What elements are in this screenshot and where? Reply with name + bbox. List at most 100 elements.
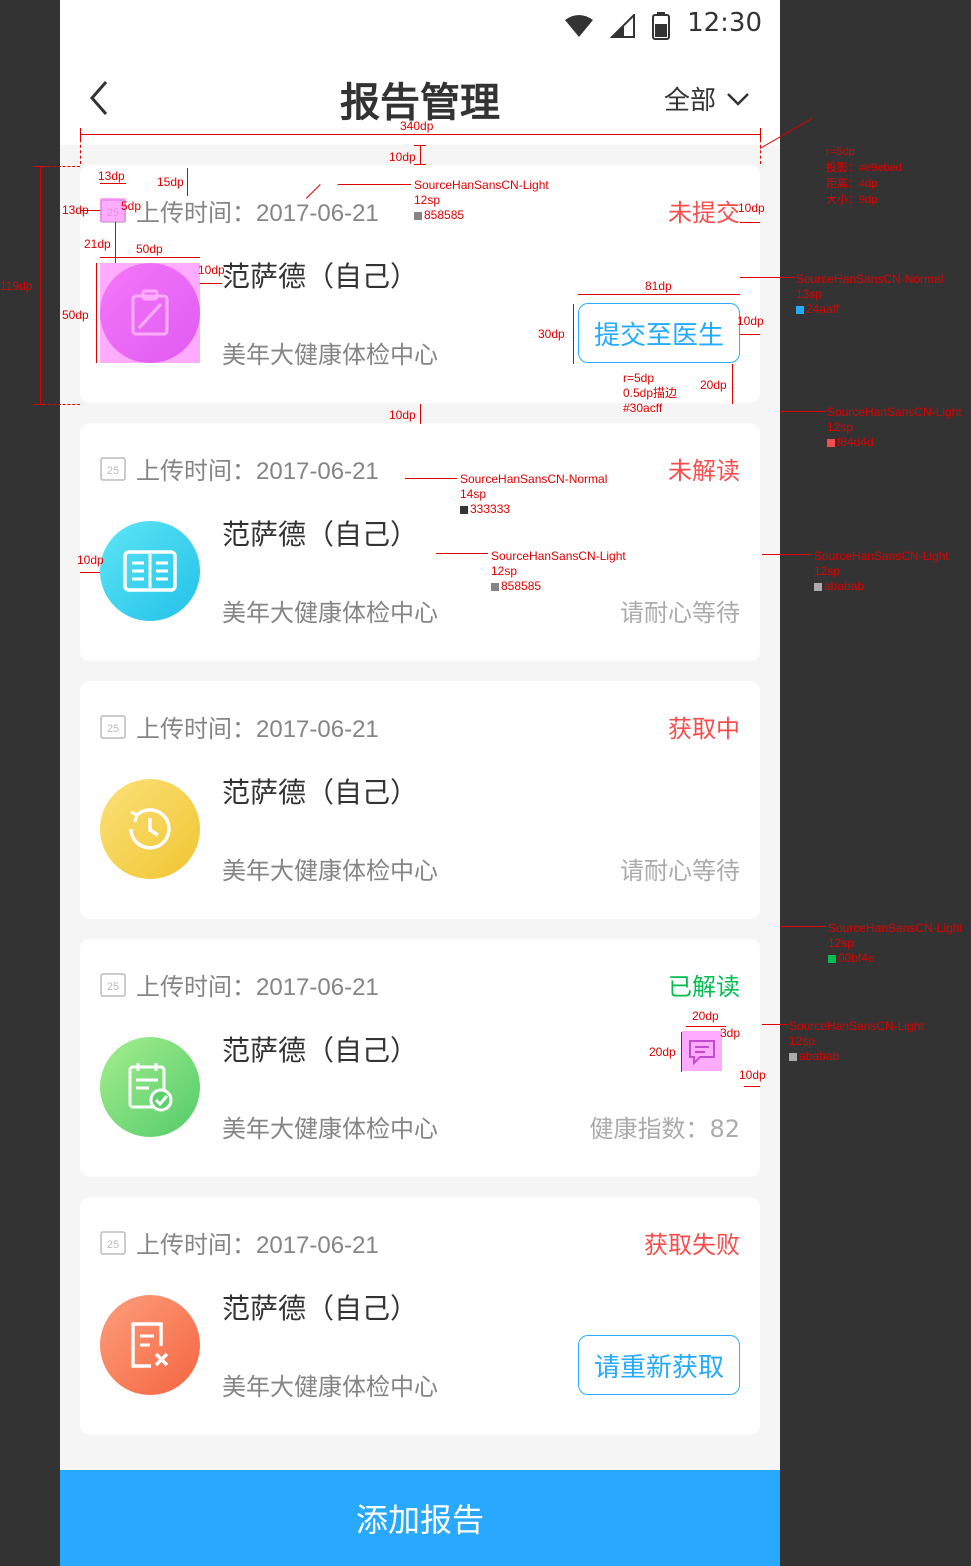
clock-icon <box>129 808 171 850</box>
health-index: 健康指数：82 <box>589 1115 740 1143</box>
ann-btn-font-name: SourceHanSansCN-Normal <box>796 272 944 286</box>
calendar-day-label: 25 <box>107 465 119 477</box>
patient-name: 范萨德（自己） <box>222 260 419 293</box>
ann-chat-font: SourceHanSansCN-Light 12sp ababab <box>789 1019 924 1064</box>
ann-font-time: SourceHanSansCN-Light 12sp 858585 <box>414 178 549 223</box>
document-x-icon <box>131 1322 169 1368</box>
ann-read-font: SourceHanSansCN-Light 12sp 00bf4e <box>828 921 963 966</box>
wifi-icon <box>565 15 593 37</box>
ann-5: 5dp <box>121 199 142 213</box>
status-icons <box>564 12 670 40</box>
exam-center: 美年大健康体检中心 <box>222 1373 438 1401</box>
calendar-icon: 25 <box>100 1231 126 1255</box>
status-time: 12:30 <box>687 8 762 38</box>
upload-row: 25 上传时间：2017-06-21 <box>100 711 379 743</box>
refetch-button[interactable]: 请重新获取 <box>578 1335 740 1395</box>
upload-row: 25 上传时间：2017-06-21 <box>100 969 379 1001</box>
book-icon <box>123 550 177 592</box>
ann-name-font: SourceHanSansCN-Normal 14sp 333333 <box>460 472 607 517</box>
ann-btn-border-radius: r=5dp <box>623 371 655 385</box>
upload-time: 上传时间：2017-06-21 <box>136 973 379 1001</box>
filter-label: 全部 <box>663 86 716 116</box>
ann-btn-30: 30dp <box>538 327 565 341</box>
ann-status-10: 10dp <box>738 201 765 215</box>
phone-screen: 12:30 报告管理 全部 25 上传时间：2017-06-21 <box>60 0 780 1566</box>
submit-to-doctor-button[interactable]: 提交至医生 <box>578 303 740 363</box>
calendar-icon: 25 <box>100 973 126 997</box>
report-avatar <box>100 779 200 879</box>
ann-btn-border: r=5dp 0.5dp描边 #30acff <box>623 371 677 416</box>
upload-row: 25 上传时间：2017-06-21 <box>100 1227 379 1259</box>
ann-chat-font-size: 12sp <box>789 1034 816 1048</box>
report-avatar <box>100 521 200 621</box>
calendar-icon: 25 <box>100 715 126 739</box>
ann-read-font-color: 00bf4e <box>828 951 963 966</box>
ann-name-font-color: 333333 <box>460 502 607 517</box>
ann-status-font-color: f84d4d <box>827 435 962 450</box>
upload-row: 25 上传时间：2017-06-21 <box>100 453 379 485</box>
ann-btn-border-color: #30acff <box>623 401 663 415</box>
report-status: 已解读 <box>668 973 740 1001</box>
ann-13-top: 13dp <box>98 169 125 183</box>
calendar-day-label: 25 <box>107 981 119 993</box>
ann-font-color: 858585 <box>414 208 549 223</box>
add-report-button[interactable]: 添加报告 <box>60 1470 780 1566</box>
report-status: 未解读 <box>668 457 740 485</box>
ann-center-font: SourceHanSansCN-Light 12sp 858585 <box>491 549 626 594</box>
report-card[interactable]: 25 上传时间：2017-06-21 获取中 范萨德（自己） 美年大健康体检中心… <box>80 681 760 919</box>
ann-btn-font: SourceHanSansCN-Normal 13sp 24aaff <box>796 272 943 317</box>
ann-width: 340dp <box>400 119 434 133</box>
upload-time: 上传时间：2017-06-21 <box>136 457 379 485</box>
chevron-down-icon <box>727 92 749 106</box>
ann-chat-10: 10dp <box>739 1068 766 1082</box>
upload-time: 上传时间：2017-06-21 <box>136 199 379 227</box>
ann-gap-mid: 10dp <box>389 408 416 422</box>
exam-center: 美年大健康体检中心 <box>222 1115 438 1143</box>
ann-50h: 50dp <box>62 308 89 322</box>
ann-chat-font-name: SourceHanSansCN-Light <box>789 1019 924 1033</box>
wait-note: 请耐心等待 <box>620 599 740 627</box>
ann-status-font: SourceHanSansCN-Light 12sp f84d4d <box>827 405 962 450</box>
report-avatar <box>100 1037 200 1137</box>
ann-btn-border-width: 0.5dp描边 <box>623 386 678 400</box>
ann-radius: r=5dp <box>826 146 855 158</box>
status-bar: 12:30 <box>60 0 780 50</box>
calendar-day-label: 25 <box>107 1239 119 1251</box>
ann-21: 21dp <box>84 237 111 251</box>
ann-status-font-name: SourceHanSansCN-Light <box>827 405 962 419</box>
exam-center: 美年大健康体检中心 <box>222 341 438 369</box>
report-card[interactable]: 25 上传时间：2017-06-21 未解读 范萨德（自己） 美年大健康体检中心… <box>80 423 760 661</box>
avatar-mask <box>100 263 200 363</box>
ann-read-font-name: SourceHanSansCN-Light <box>828 921 963 935</box>
exam-center: 美年大健康体检中心 <box>222 857 438 885</box>
upload-time: 上传时间：2017-06-21 <box>136 715 379 743</box>
ann-chat-font-color: ababab <box>789 1049 924 1064</box>
signal-icon <box>610 14 635 38</box>
battery-icon <box>652 12 670 40</box>
ann-name-font-size: 14sp <box>460 487 487 501</box>
ann-btn-bottom-20: 20dp <box>700 378 727 392</box>
ann-50w: 50dp <box>136 242 163 256</box>
patient-name: 范萨德（自己） <box>222 1034 419 1067</box>
ann-btn-81: 81dp <box>645 279 672 293</box>
wait-note: 请耐心等待 <box>620 857 740 885</box>
upload-row: 25 上传时间：2017-06-21 <box>100 195 379 227</box>
report-status: 获取失败 <box>644 1231 740 1259</box>
report-avatar <box>100 1295 200 1395</box>
comment-icon[interactable] <box>682 1031 722 1071</box>
filter-dropdown[interactable]: 全部 <box>664 80 750 117</box>
ann-center-font-name: SourceHanSansCN-Light <box>491 549 626 563</box>
patient-name: 范萨德（自己） <box>222 518 419 551</box>
ann-left-10: 10dp <box>77 553 104 567</box>
report-status: 未提交 <box>668 199 740 227</box>
calendar-day-label: 25 <box>107 723 119 735</box>
upload-time: 上传时间：2017-06-21 <box>136 1231 379 1259</box>
ann-note-font-name: SourceHanSansCN-Light <box>814 549 949 563</box>
calendar-icon: 25 <box>100 457 126 481</box>
ann-name-font-name: SourceHanSansCN-Normal <box>460 472 608 486</box>
ann-font-size: 12sp <box>414 193 441 207</box>
ann-10-avatar: 10dp <box>198 263 225 277</box>
chat-bubble-icon <box>682 1031 722 1071</box>
report-card[interactable]: 25 上传时间：2017-06-21 获取失败 范萨德（自己） 美年大健康体检中… <box>80 1197 760 1435</box>
patient-name: 范萨德（自己） <box>222 776 419 809</box>
